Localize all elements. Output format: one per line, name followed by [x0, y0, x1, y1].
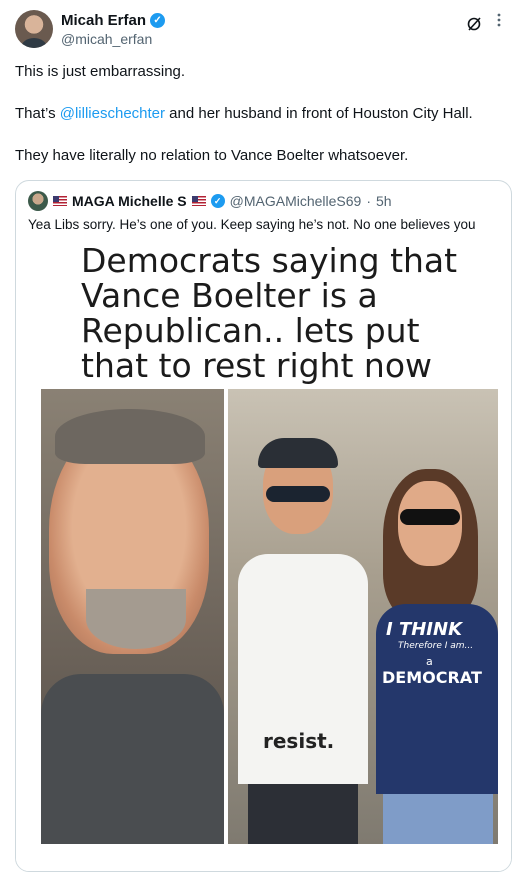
photo-right-couple: resist. I THINK Therefore I am... a DEMO… — [228, 389, 498, 844]
shirt-text-line-2: Therefore I am... — [398, 641, 474, 651]
author-avatar[interactable] — [15, 10, 53, 48]
quoted-post-card[interactable]: MAGA Michelle S ✓ @MAGAMichelleS69 · 5h … — [15, 180, 512, 872]
quoted-post-image[interactable]: Democrats saying that Vance Boelter is a… — [16, 241, 511, 871]
quoted-post-time[interactable]: 5h — [376, 193, 392, 209]
man-hair — [55, 409, 205, 464]
man-shirt — [41, 674, 224, 844]
us-flag-icon — [53, 196, 67, 206]
quoted-author-avatar[interactable] — [28, 191, 48, 211]
husband-figure: resist. — [238, 438, 368, 844]
shirt-text-line-1: I THINK — [386, 619, 463, 640]
meme-title: Democrats saying that Vance Boelter is a… — [81, 241, 458, 385]
cap — [258, 438, 338, 468]
verified-badge-icon: ✓ — [210, 194, 225, 208]
man-beard — [86, 589, 186, 649]
quoted-author-handle[interactable]: @MAGAMichelleS69 — [230, 193, 362, 209]
author-name-row: Micah Erfan ✓ — [61, 12, 166, 29]
photo-left-man — [41, 389, 224, 844]
mention-link[interactable]: @lillieschechter — [60, 105, 165, 122]
woman-sunglasses — [400, 509, 460, 525]
pants — [248, 784, 358, 844]
separator-dot: · — [366, 193, 371, 209]
quoted-post-text: Yea Libs sorry. He’s one of you. Keep sa… — [28, 217, 476, 232]
post-line-2-prefix: That’s — [15, 105, 60, 122]
post-header: Micah Erfan ✓ @micah_erfan — [15, 10, 502, 50]
author-handle[interactable]: @micah_erfan — [61, 31, 152, 47]
more-icon[interactable] — [496, 12, 502, 28]
shirt-text-line-4: DEMOCRAT — [382, 668, 482, 687]
post-text: This is just embarrassing. That’s @lilli… — [15, 62, 497, 188]
author-display-name[interactable]: Micah Erfan — [61, 12, 146, 29]
shirt-text-line-3: a — [426, 655, 433, 668]
verified-badge-icon: ✓ — [150, 13, 166, 28]
post-line-3: They have literally no relation to Vance… — [15, 147, 409, 164]
jeans — [383, 794, 493, 844]
shirt-text-resist: resist. — [263, 729, 335, 753]
quoted-post-header: MAGA Michelle S ✓ @MAGAMichelleS69 · 5h — [28, 191, 392, 211]
us-flag-icon — [191, 196, 206, 206]
quoted-author-name[interactable]: MAGA Michelle S — [72, 193, 187, 209]
post-line-2: That’s @lillieschechter and her husband … — [15, 104, 497, 124]
woman-figure: I THINK Therefore I am... a DEMOCRAT — [368, 469, 498, 844]
post-line-2-suffix: and her husband in front of Houston City… — [165, 105, 473, 122]
grok-icon[interactable] — [466, 16, 482, 32]
post-line-1: This is just embarrassing. — [15, 63, 186, 80]
sunglasses — [266, 486, 330, 502]
